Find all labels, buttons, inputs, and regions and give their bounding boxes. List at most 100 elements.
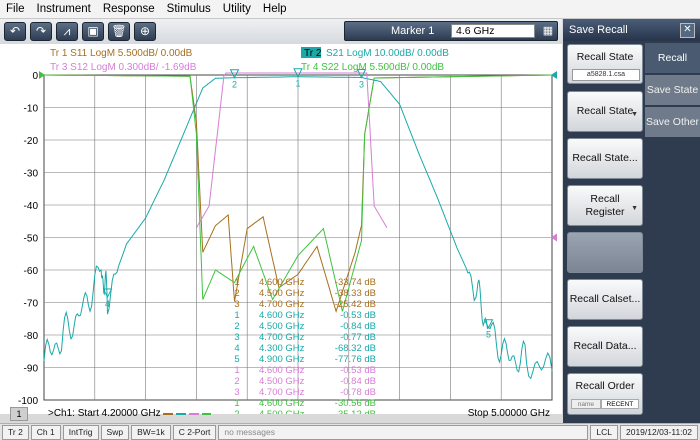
marker-table-freq: 4.500 GHz <box>259 409 305 414</box>
marker-table-freq: 4.600 GHz <box>259 398 305 409</box>
y-tick-label: -10 <box>24 104 39 115</box>
marker-value-input[interactable]: 4.6 GHz <box>451 24 535 38</box>
menu-instrument[interactable]: Instrument <box>31 3 97 15</box>
status-trace[interactable]: Tr 2 <box>2 424 29 440</box>
marker-table-value: -0.53 dB <box>340 310 376 321</box>
status-messages: no messages <box>218 424 589 440</box>
tab-save-other[interactable]: Save Other <box>645 107 700 137</box>
marker-table-number: 2 <box>234 321 239 332</box>
marker-table-value: -68.32 dB <box>335 343 376 354</box>
marker-number: 5 <box>486 330 491 340</box>
marker-table-number: 5 <box>234 354 239 365</box>
recall-data-button[interactable]: Recall Data... <box>567 326 643 367</box>
menu-stimulus[interactable]: Stimulus <box>161 3 217 15</box>
marker-number: 3 <box>359 80 364 90</box>
menu-help[interactable]: Help <box>257 3 293 15</box>
marker-table-freq: 4.500 GHz <box>259 321 305 332</box>
y-tick-label: -60 <box>24 266 39 277</box>
undo-icon: ↶ <box>9 24 21 38</box>
status-sweep[interactable]: Swp <box>100 424 130 440</box>
trace-header: Tr 1 S11 LogM 5.500dB/ 0.00dB Tr 3 S12 Lo… <box>50 47 449 73</box>
redo-icon: ↷ <box>35 24 47 38</box>
marker-table-freq: 4.600 GHz <box>259 310 305 321</box>
y-axis-ticks: 0 -10 -20 -30 -40 -50 -60 -70 -80 -90 -100 <box>18 71 38 407</box>
zoom-button[interactable]: ⊕ <box>134 21 156 41</box>
marker-button[interactable]: ⩘ <box>56 21 78 41</box>
marker-table-value: -30.56 dB <box>335 398 376 409</box>
recall-state-dialog-button[interactable]: Recall State... <box>567 138 643 179</box>
marker-table-number: 2 <box>234 409 239 414</box>
marker-table-freq: 4.900 GHz <box>259 354 305 365</box>
menu-utility[interactable]: Utility <box>217 3 257 15</box>
marker-number: 1 <box>295 79 300 89</box>
status-lcl: LCL <box>590 424 618 440</box>
trace-plot-svg: 0-10-20-30-40-50-60-70-80-90-100 2314512… <box>18 47 557 414</box>
keypad-icon[interactable]: ▦ <box>541 24 555 38</box>
redo-button[interactable]: ↷ <box>30 21 52 41</box>
menu-response[interactable]: Response <box>97 3 161 15</box>
y-tick-label: -40 <box>24 201 39 212</box>
delete-button[interactable]: 🗑 <box>108 21 130 41</box>
status-cal[interactable]: C 2-Port <box>172 424 217 440</box>
marker-table-number: 3 <box>234 332 239 343</box>
marker-table-number: 1 <box>234 365 239 376</box>
tab-recall[interactable]: Recall <box>645 43 700 73</box>
marker-table-freq: 4.500 GHz <box>259 288 305 299</box>
marker-table-freq: 4.600 GHz <box>259 365 305 376</box>
marker-table-value: -77.76 dB <box>335 354 376 365</box>
trace-plot[interactable]: 0-10-20-30-40-50-60-70-80-90-100 2314512… <box>0 44 562 421</box>
marker-label: Marker 1 <box>391 25 435 37</box>
marker-table-freq: 4.600 GHz <box>259 277 305 288</box>
status-datetime: 2019/12/03-11:02 <box>619 424 698 440</box>
order-recent[interactable]: RECENT <box>600 399 639 409</box>
menu-bar: File Instrument Response Stimulus Utilit… <box>0 0 700 19</box>
status-bandwidth[interactable]: BW=1k <box>131 424 171 440</box>
screen-capture-icon: ▣ <box>87 24 99 38</box>
status-channel[interactable]: Ch 1 <box>30 424 61 440</box>
marker-table-value: -0.77 dB <box>340 332 376 343</box>
dropdown-arrow-icon: ▼ <box>631 205 638 212</box>
order-name[interactable]: name <box>571 399 601 409</box>
marker-table-value: -25.42 dB <box>335 299 376 310</box>
trace-badge[interactable]: 1 <box>10 407 28 421</box>
save-recall-panel: Save Recall ✕ Recall State a5828.1.csa R… <box>563 19 700 423</box>
marker-number: 4 <box>105 299 110 309</box>
marker-table-freq: 4.700 GHz <box>259 332 305 343</box>
marker-table-value: -35.12 dB <box>335 409 376 414</box>
recall-calset-button[interactable]: Recall Calset... <box>567 279 643 320</box>
marker-table-freq: 4.700 GHz <box>259 387 305 398</box>
marker-table-number: 2 <box>234 376 239 387</box>
marker-table-value: -33.74 dB <box>335 277 376 288</box>
marker-table-freq: 4.500 GHz <box>259 376 305 387</box>
recall-state-file: a5828.1.csa <box>572 69 640 81</box>
recall-register-button[interactable]: Recall Register ▼ <box>567 185 643 226</box>
marker-table-number: 3 <box>234 299 239 310</box>
trace-2-params: S21 LogM 10.00dB/ 0.00dB <box>326 48 449 59</box>
status-trigger[interactable]: IntTrig <box>62 424 99 440</box>
close-icon[interactable]: ✕ <box>680 23 695 38</box>
menu-file[interactable]: File <box>0 3 31 15</box>
marker-table-number: 1 <box>234 398 239 409</box>
y-tick-label: -90 <box>24 364 39 375</box>
y-tick-label: -30 <box>24 169 39 180</box>
y-tick-label: 0 <box>32 71 38 82</box>
marker-table-freq: 4.700 GHz <box>259 299 305 310</box>
trash-icon: 🗑 <box>111 24 127 38</box>
marker-table-value: -0.53 dB <box>340 365 376 376</box>
marker-table-number: 4 <box>234 343 239 354</box>
sweep-start: >Ch1: Start 4.20000 GHz <box>48 408 161 419</box>
marker-table-number: 1 <box>234 310 239 321</box>
recall-state-menu-button[interactable]: Recall State ▼ <box>567 91 643 132</box>
marker-number: 2 <box>232 80 237 90</box>
status-bar: Tr 2 Ch 1 IntTrig Swp BW=1k C 2-Port no … <box>0 423 700 440</box>
screen-capture-button[interactable]: ▣ <box>82 21 104 41</box>
undo-button[interactable]: ↶ <box>4 21 26 41</box>
tab-save-state[interactable]: Save State <box>645 75 700 105</box>
marker-table-value: -38.33 dB <box>335 288 376 299</box>
legend-swatch <box>163 413 211 415</box>
y-tick-label: -70 <box>24 299 39 310</box>
trace-4-label: Tr 4 S22 LogM 5.500dB/ 0.00dB <box>301 62 444 73</box>
recall-order-options: name RECENT <box>571 399 639 409</box>
sweep-stop: Stop 5.00000 GHz <box>467 408 550 419</box>
y-tick-label: -100 <box>18 396 38 407</box>
